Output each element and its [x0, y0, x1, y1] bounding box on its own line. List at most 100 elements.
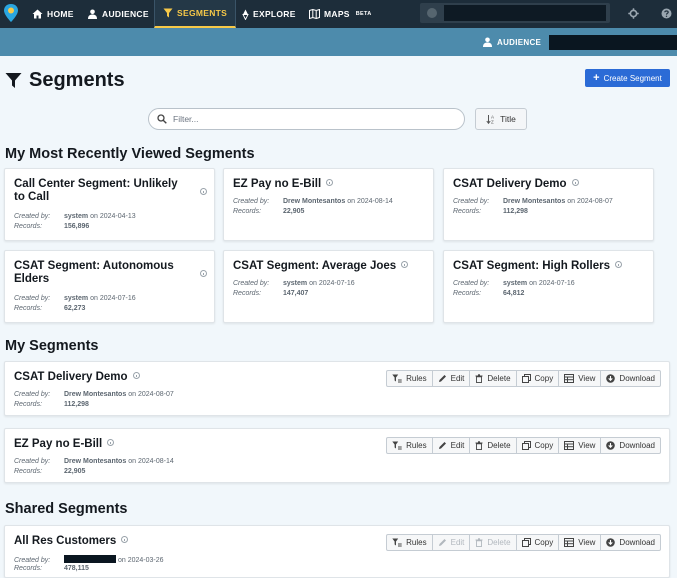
records-line: Records: 62,273: [14, 305, 86, 312]
view-button[interactable]: View: [558, 534, 602, 551]
created-by-line: Created by: Drew Montesantos on 2024-08-1…: [14, 458, 174, 465]
nav-segments-label: SEGMENTS: [177, 8, 228, 18]
created-by-line: Created by: system on 2024-04-13: [14, 213, 136, 220]
view-button[interactable]: View: [558, 437, 602, 454]
info-icon[interactable]: [614, 261, 622, 268]
nav-maps[interactable]: MAPS BETA: [309, 0, 372, 28]
help-icon[interactable]: [661, 8, 672, 19]
copy-icon: [521, 441, 531, 450]
pencil-icon: [438, 442, 446, 449]
nav-maps-label: MAPS: [324, 9, 350, 19]
copy-button[interactable]: Copy: [515, 370, 560, 387]
info-icon[interactable]: [200, 188, 207, 195]
records-line: Records: 147,407: [233, 290, 309, 297]
info-icon[interactable]: [132, 372, 140, 379]
segment-row[interactable]: CSAT Delivery Demo Created by: Drew Monte…: [4, 361, 670, 416]
page-title-text: Segments: [29, 69, 125, 91]
nav-home[interactable]: HOME: [32, 0, 74, 28]
created-by-line: Created by: Drew Montesantos on 2024-08-1…: [233, 198, 393, 205]
records-line: Records: 22,905: [14, 468, 86, 475]
segment-title: CSAT Delivery Demo: [14, 371, 140, 384]
card-title: Call Center Segment: Unlikely to Call: [14, 178, 178, 203]
create-segment-label: Create Segment: [603, 73, 662, 83]
settings-gear-icon[interactable]: [628, 8, 639, 19]
sort-title-button[interactable]: AZ Title: [475, 108, 527, 130]
filter-field[interactable]: [148, 108, 465, 130]
records-line: Records: 156,896: [14, 223, 90, 230]
beta-badge: BETA: [355, 11, 372, 17]
rules-filter-icon: [392, 441, 402, 450]
page-title: Segments: [5, 69, 125, 92]
recent-card[interactable]: CSAT Delivery Demo Created by: Drew Monte…: [443, 168, 654, 241]
sort-title-label: Title: [500, 114, 516, 124]
info-icon[interactable]: [121, 536, 129, 543]
app-logo[interactable]: [3, 3, 19, 23]
rules-button[interactable]: Rules: [386, 370, 433, 387]
audience-context[interactable]: AUDIENCE: [482, 28, 541, 56]
view-button[interactable]: View: [558, 370, 602, 387]
records-line: Records: 478,115: [14, 565, 89, 572]
rules-button[interactable]: Rules: [386, 534, 433, 551]
card-title: CSAT Segment: Average Joes: [233, 260, 409, 273]
pencil-icon: [438, 539, 446, 546]
info-icon[interactable]: [571, 179, 579, 186]
nav-explore[interactable]: EXPLORE: [242, 0, 296, 28]
search-icon: [157, 114, 167, 124]
segment-title: All Res Customers: [14, 535, 129, 548]
edit-button[interactable]: Edit: [431, 437, 471, 454]
copy-icon: [521, 374, 531, 383]
segment-title: EZ Pay no E-Bill: [14, 438, 115, 451]
edit-button-disabled: Edit: [431, 534, 471, 551]
redacted-creator: [64, 555, 116, 563]
recent-section-title: My Most Recently Viewed Segments: [5, 146, 255, 162]
info-icon[interactable]: [326, 179, 334, 186]
trash-icon: [475, 374, 483, 383]
delete-button[interactable]: Delete: [469, 370, 517, 387]
user-circle-icon: [427, 8, 437, 18]
rules-filter-icon: [392, 538, 402, 547]
segment-row[interactable]: All Res Customers Created by: on 2024-03…: [4, 525, 670, 578]
audience-context-label: AUDIENCE: [497, 37, 542, 47]
recent-card[interactable]: CSAT Segment: Autonomous Elders Created …: [4, 250, 215, 323]
created-by-line: Created by: on 2024-03-26: [14, 555, 164, 564]
records-line: Records: 112,298: [14, 401, 89, 408]
home-icon: [32, 9, 43, 19]
info-icon[interactable]: [200, 270, 207, 277]
delete-button[interactable]: Delete: [469, 437, 517, 454]
recent-card[interactable]: CSAT Segment: Average Joes Created by: sy…: [223, 250, 434, 323]
recent-card[interactable]: CSAT Segment: High Rollers Created by: sy…: [443, 250, 654, 323]
created-by-line: Created by: system on 2024-07-16: [453, 280, 575, 287]
rules-filter-icon: [392, 374, 402, 383]
records-line: Records: 112,298: [453, 208, 528, 215]
copy-icon: [521, 538, 531, 547]
filter-input[interactable]: [173, 114, 443, 124]
segment-row[interactable]: EZ Pay no E-Bill Created by: Drew Montesa…: [4, 428, 670, 483]
segment-actions: Rules Edit Delete Copy View Download: [386, 534, 661, 551]
download-button[interactable]: Download: [600, 437, 661, 454]
create-segment-button[interactable]: + Create Segment: [585, 69, 670, 87]
trash-icon: [475, 538, 483, 547]
download-button[interactable]: Download: [600, 370, 661, 387]
recent-card[interactable]: EZ Pay no E-Bill Created by: Drew Montesa…: [223, 168, 434, 241]
trash-icon: [475, 441, 483, 450]
download-icon: [606, 441, 616, 450]
info-icon[interactable]: [107, 439, 115, 446]
nav-segments[interactable]: SEGMENTS: [154, 0, 237, 28]
table-view-icon: [564, 538, 575, 547]
filter-icon: [163, 8, 173, 18]
edit-button[interactable]: Edit: [431, 370, 471, 387]
global-search[interactable]: [420, 3, 610, 23]
nav-audience[interactable]: AUDIENCE: [87, 0, 149, 28]
copy-button[interactable]: Copy: [515, 534, 560, 551]
rules-button[interactable]: Rules: [386, 437, 433, 454]
segment-actions: Rules Edit Delete Copy View Download: [386, 437, 661, 454]
audience-icon: [88, 9, 97, 19]
recent-card[interactable]: Call Center Segment: Unlikely to Call Cr…: [4, 168, 215, 241]
pencil-icon: [438, 375, 446, 382]
download-button[interactable]: Download: [600, 534, 661, 551]
copy-button[interactable]: Copy: [515, 437, 560, 454]
explore-icon: [242, 9, 249, 20]
download-icon: [606, 374, 616, 383]
info-icon[interactable]: [401, 261, 409, 268]
plus-icon: +: [593, 71, 600, 84]
